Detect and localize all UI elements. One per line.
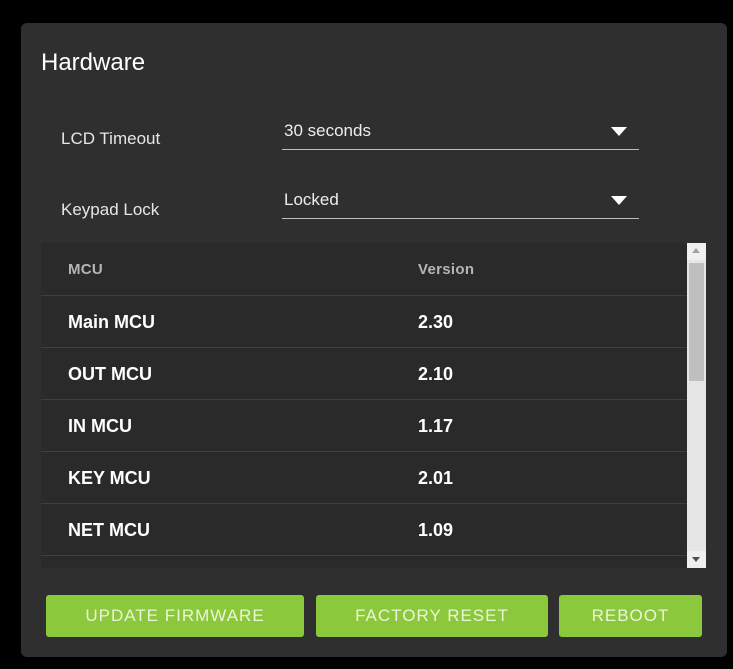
mcu-version: 2.30 (418, 312, 454, 332)
keypad-lock-value: Locked (284, 190, 339, 209)
mcu-name: KEY MCU (68, 468, 151, 488)
scroll-down-arrow-icon (692, 557, 700, 562)
mcu-version-table: MCU Version Main MCU 2.30 OUT MCU 2.10 I… (41, 243, 706, 568)
table-row[interactable]: OUT MCU 2.10 (41, 348, 687, 400)
scroll-down-button[interactable] (687, 551, 706, 568)
mcu-name: OUT MCU (68, 364, 152, 384)
mcu-version: 2.10 (418, 364, 454, 384)
scroll-up-arrow-icon (692, 248, 700, 253)
setting-keypad-lock: Keypad Lock Locked (21, 188, 727, 228)
column-header-mcu: MCU (68, 261, 104, 278)
mcu-version: 2.01 (418, 468, 454, 488)
update-firmware-button[interactable]: UPDATE FIRMWARE (46, 595, 304, 637)
table-row[interactable]: Main MCU 2.30 (41, 296, 687, 348)
panel-title: Hardware (41, 49, 146, 76)
mcu-version: 1.09 (418, 520, 454, 540)
scrollbar-thumb[interactable] (689, 263, 704, 381)
mcu-version: 1.17 (418, 416, 454, 436)
keypad-lock-label: Keypad Lock (61, 200, 160, 219)
hardware-panel: Hardware LCD Timeout 30 seconds Keypad L… (21, 23, 727, 657)
table-row[interactable]: NET MCU 1.09 (41, 504, 687, 556)
mcu-name: IN MCU (68, 416, 132, 436)
factory-reset-button[interactable]: FACTORY RESET (316, 595, 548, 637)
table-row[interactable]: IN MCU 1.17 (41, 400, 687, 452)
mcu-name: NET MCU (68, 520, 150, 540)
lcd-timeout-dropdown[interactable]: 30 seconds (282, 119, 639, 150)
keypad-lock-dropdown[interactable]: Locked (282, 188, 639, 219)
lcd-timeout-value: 30 seconds (284, 121, 371, 140)
scroll-up-button[interactable] (687, 243, 706, 260)
caret-down-icon (611, 196, 627, 205)
setting-lcd-timeout: LCD Timeout 30 seconds (21, 119, 727, 159)
lcd-timeout-label: LCD Timeout (61, 129, 161, 148)
table-header: MCU Version (41, 243, 687, 296)
mcu-name: Main MCU (68, 312, 155, 332)
table-row[interactable]: KEY MCU 2.01 (41, 452, 687, 504)
reboot-button[interactable]: REBOOT (559, 595, 702, 637)
caret-down-icon (611, 127, 627, 136)
column-header-version: Version (418, 261, 475, 278)
table-scrollbar[interactable] (687, 243, 706, 568)
